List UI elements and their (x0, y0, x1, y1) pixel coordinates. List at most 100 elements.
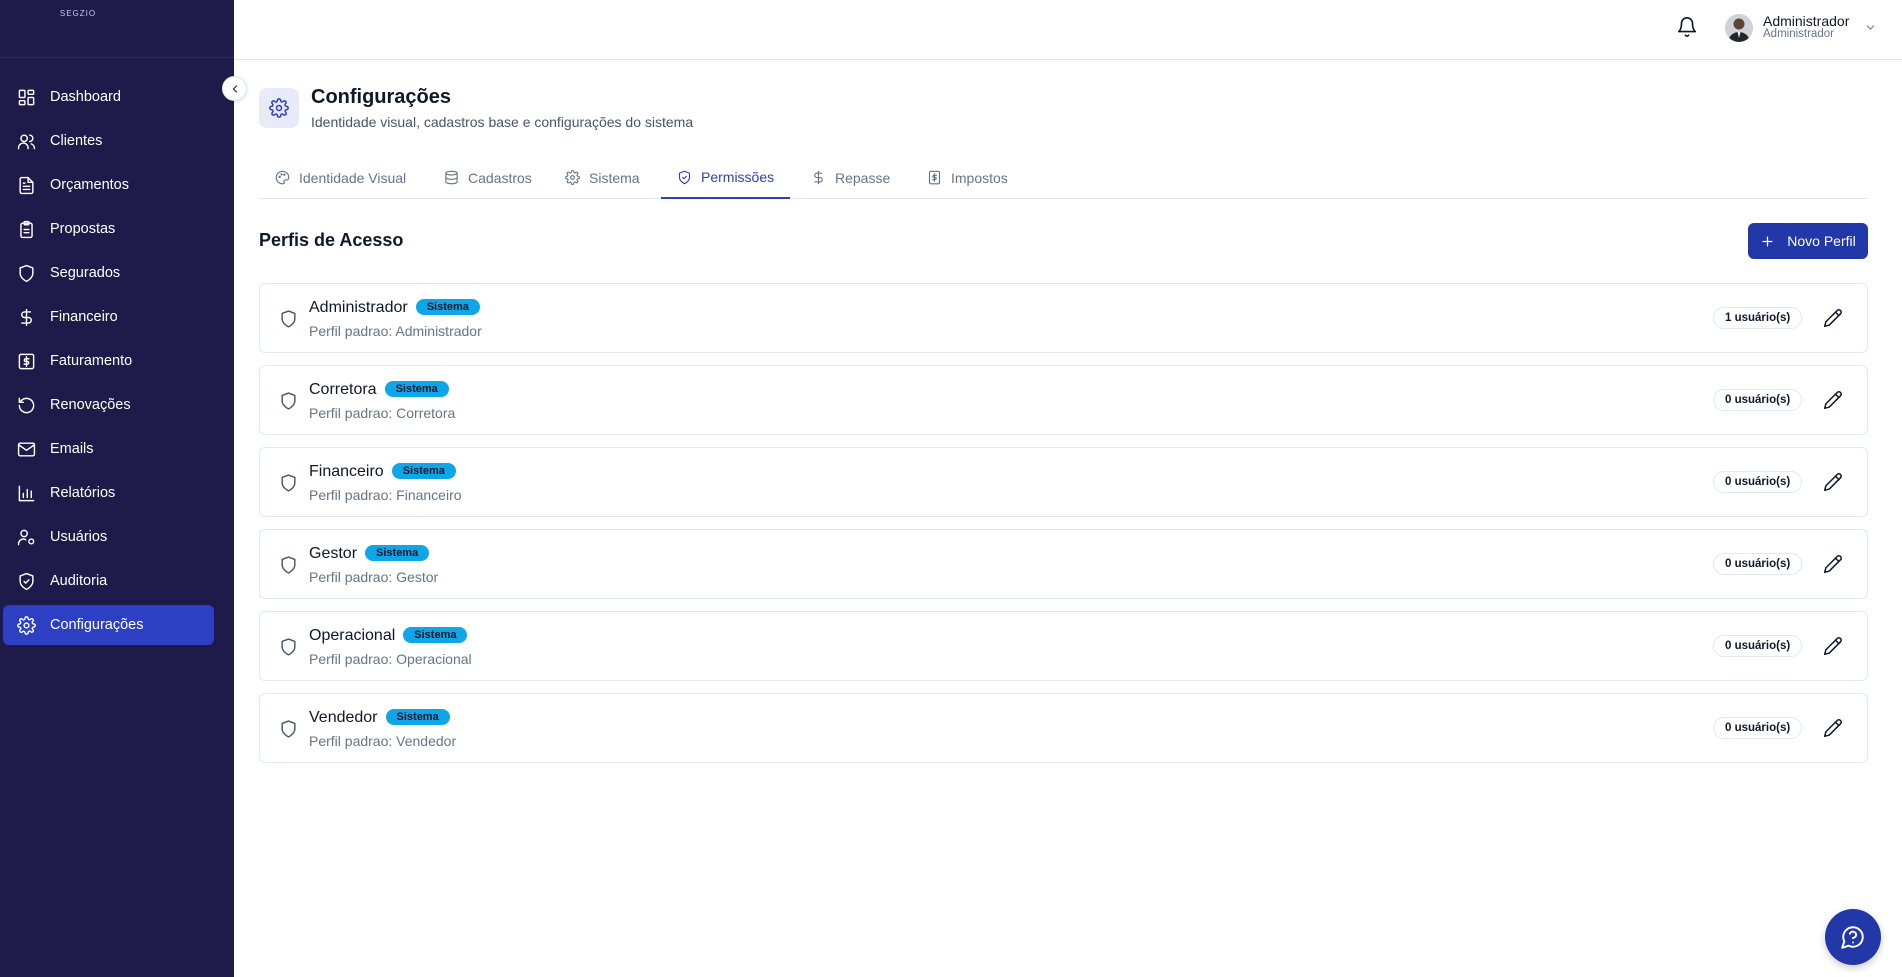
sidebar: SEGZIO Dashboard Clientes Orçamentos Pro… (0, 0, 234, 977)
receipt-icon (928, 170, 941, 185)
tab-label: Impostos (951, 169, 1008, 186)
page-title: Configurações (311, 86, 452, 108)
chevron-down-icon[interactable] (1864, 21, 1877, 34)
profile-name-row: Administrador Sistema (309, 299, 480, 317)
help-chat-icon (1841, 926, 1864, 949)
dashboard-icon (16, 87, 36, 107)
profile-name-row: Gestor Sistema (309, 545, 430, 563)
tab-repasse[interactable]: Repasse (795, 157, 906, 198)
gear-icon (16, 615, 36, 635)
pencil-icon[interactable] (1823, 390, 1843, 410)
user-count-badge: 0 usuário(s) (1713, 717, 1803, 739)
help-button[interactable] (1825, 909, 1881, 965)
user-count-badge: 0 usuário(s) (1713, 389, 1803, 411)
tab-label: Identidade Visual (299, 169, 407, 186)
profile-description: Perfil padrao: Administrador (309, 323, 482, 339)
tab-permissoes[interactable]: Permissões (661, 157, 791, 199)
sidebar-item-auditoria[interactable]: Auditoria (3, 561, 214, 601)
tab-label: Repasse (835, 169, 891, 186)
new-profile-label: Novo Perfil (1787, 233, 1856, 249)
user-name[interactable]: Administrador (1763, 13, 1849, 29)
sidebar-item-label: Configurações (50, 617, 144, 633)
shield-check-icon (16, 571, 36, 591)
sidebar-item-label: Financeiro (50, 309, 118, 325)
user-count-badge: 0 usuário(s) (1713, 471, 1803, 493)
clipboard-icon (16, 219, 36, 239)
sidebar-item-label: Auditoria (50, 573, 108, 589)
profile-card[interactable]: Corretora Sistema Perfil padrao: Corretor… (259, 365, 1868, 435)
profile-description: Perfil padrao: Financeiro (309, 487, 462, 503)
new-profile-button[interactable]: Novo Perfil (1748, 223, 1868, 259)
sidebar-item-label: Usuários (50, 529, 108, 545)
shield-icon (279, 637, 298, 657)
profile-name: Vendedor (309, 709, 378, 726)
sidebar-item-dashboard[interactable]: Dashboard (3, 77, 214, 117)
sidebar-item-emails[interactable]: Emails (3, 429, 214, 469)
sidebar-collapse-button[interactable] (222, 76, 247, 101)
page-subtitle: Identidade visual, cadastros base e conf… (311, 114, 694, 130)
document-icon (16, 175, 36, 195)
pencil-icon[interactable] (1823, 472, 1843, 492)
profile-name: Gestor (309, 545, 358, 562)
sidebar-item-faturamento[interactable]: Faturamento (3, 341, 214, 381)
user-count-badge: 1 usuário(s) (1713, 307, 1803, 329)
tab-label: Cadastros (468, 169, 532, 186)
bell-icon[interactable] (1676, 16, 1698, 38)
sidebar-item-financeiro[interactable]: Financeiro (3, 297, 214, 337)
shield-icon (279, 719, 298, 739)
dollar-icon (16, 307, 36, 327)
sidebar-item-label: Clientes (50, 133, 103, 149)
receipt-icon (16, 351, 36, 371)
profile-description: Perfil padrao: Gestor (309, 569, 439, 585)
system-badge: Sistema (403, 627, 468, 643)
system-badge: Sistema (415, 299, 480, 315)
sidebar-item-label: Propostas (50, 221, 116, 237)
tab-sistema[interactable]: Sistema (549, 157, 656, 198)
tab-identidade-visual[interactable]: Identidade Visual (259, 157, 422, 198)
avatar[interactable] (1725, 14, 1753, 42)
profile-card[interactable]: Administrador Sistema Perfil padrao: Admi… (259, 283, 1868, 353)
logo-text: SEGZIO (59, 9, 97, 18)
profile-name: Administrador (309, 299, 408, 316)
sidebar-item-propostas[interactable]: Propostas (3, 209, 214, 249)
tab-cadastros[interactable]: Cadastros (428, 157, 548, 198)
sidebar-item-renovacoes[interactable]: Renovações (3, 385, 214, 425)
profile-name-row: Financeiro Sistema (309, 463, 456, 481)
profile-name: Operacional (309, 627, 396, 644)
profile-card[interactable]: Operacional Sistema Perfil padrao: Operac… (259, 611, 1868, 681)
sidebar-item-label: Orçamentos (50, 177, 129, 193)
profile-card[interactable]: Gestor Sistema Perfil padrao: Gestor 0 us… (259, 529, 1868, 599)
system-badge: Sistema (391, 463, 456, 479)
system-badge: Sistema (384, 381, 449, 397)
chevron-left-icon (232, 84, 237, 93)
pencil-icon[interactable] (1823, 636, 1843, 656)
sidebar-item-segurados[interactable]: Segurados (3, 253, 214, 293)
pencil-icon[interactable] (1823, 554, 1843, 574)
sidebar-item-orcamentos[interactable]: Orçamentos (3, 165, 214, 205)
profile-name-row: Corretora Sistema (309, 381, 449, 399)
sidebar-item-relatorios[interactable]: Relatórios (3, 473, 214, 513)
pencil-icon[interactable] (1823, 718, 1843, 738)
shield-check-icon (678, 170, 691, 184)
system-badge: Sistema (365, 545, 430, 561)
profile-description: Perfil padrao: Vendedor (309, 733, 457, 749)
sidebar-item-label: Emails (50, 441, 94, 457)
profile-card[interactable]: Financeiro Sistema Perfil padrao: Finance… (259, 447, 1868, 517)
profile-description: Perfil padrao: Corretora (309, 405, 456, 421)
gear-icon (269, 98, 289, 118)
shield-icon (16, 263, 36, 283)
pencil-icon[interactable] (1823, 308, 1843, 328)
shield-icon (279, 309, 298, 329)
database-icon (445, 170, 458, 185)
shield-icon (279, 555, 298, 575)
top-bar: Administrador Administrador (234, 0, 1902, 60)
palette-icon (275, 170, 290, 185)
sidebar-item-usuarios[interactable]: Usuários (3, 517, 214, 557)
sidebar-item-label: Renovações (50, 397, 131, 413)
sidebar-item-configuracoes[interactable]: Configurações (3, 605, 214, 645)
logo: SEGZIO (0, 0, 234, 58)
sidebar-item-clientes[interactable]: Clientes (3, 121, 214, 161)
tab-impostos[interactable]: Impostos (911, 157, 1024, 198)
profile-card[interactable]: Vendedor Sistema Perfil padrao: Vendedor … (259, 693, 1868, 763)
section-title: Perfis de Acesso (259, 230, 404, 250)
